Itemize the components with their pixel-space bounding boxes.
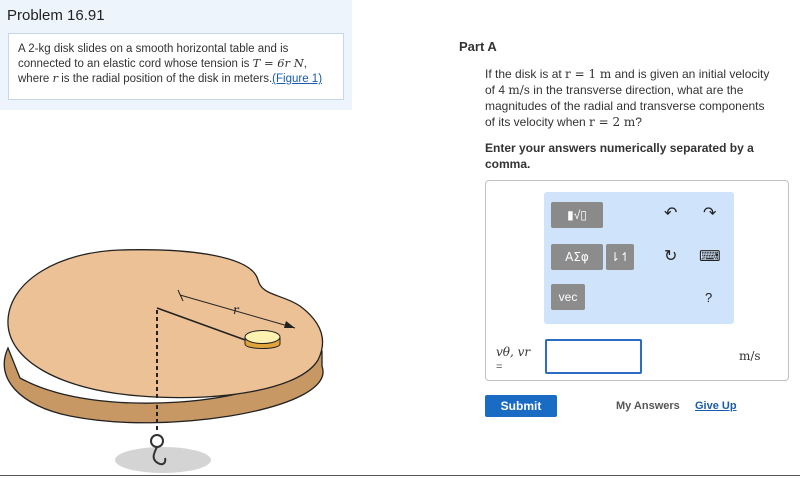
figure-link[interactable]: (Figure 1): [272, 73, 322, 85]
keyboard-icon[interactable]: ⌨: [699, 249, 721, 265]
greek-symbols-button[interactable]: ΑΣφ: [551, 244, 603, 270]
problem-panel: Problem 16.91 A 2-kg disk slides on a sm…: [0, 0, 352, 110]
problem-title: Problem 16.91: [7, 7, 105, 24]
part-title: Part A: [459, 39, 497, 54]
undo-icon[interactable]: ↶: [664, 206, 677, 222]
disk: [244, 330, 281, 349]
disk-on-table-figure: r: [3, 249, 324, 473]
math-toolbar: ▮√▯ ΑΣφ ⇂↿ vec ↶ ↷ ↻ ⌨ ?: [544, 192, 734, 324]
kg-unit: kg: [38, 43, 51, 55]
tension-expression: T = 6r N: [252, 56, 304, 70]
reset-icon[interactable]: ↻: [664, 249, 677, 265]
answer-variable-label: vθ, vr: [496, 345, 531, 359]
sort-button[interactable]: ⇂↿: [606, 244, 634, 270]
question-text: If the disk is at r = 1 m and is given a…: [485, 67, 770, 129]
help-icon[interactable]: ?: [705, 290, 712, 306]
give-up-link[interactable]: Give Up: [695, 400, 737, 412]
hook-shadow: [115, 447, 211, 473]
templates-button[interactable]: ▮√▯: [551, 202, 603, 228]
answer-input[interactable]: [547, 341, 640, 372]
bottom-divider: [0, 475, 800, 476]
redo-icon[interactable]: ↷: [703, 206, 716, 222]
answer-instruction: Enter your answers numerically separated…: [485, 141, 754, 171]
vec-button[interactable]: vec: [551, 284, 585, 310]
my-answers-link[interactable]: My Answers: [616, 400, 680, 412]
answer-unit: m/s: [739, 349, 761, 363]
submit-button[interactable]: Submit: [485, 395, 557, 417]
problem-statement: A 2-kg disk slides on a smooth horizonta…: [8, 33, 344, 100]
table-top: [7, 249, 324, 399]
answer-input-wrapper: [545, 339, 642, 374]
equals-sign: =: [496, 361, 503, 373]
answer-area: ▮√▯ ΑΣφ ⇂↿ vec ↶ ↷ ↻ ⌨ ? vθ, vr = m/s: [485, 180, 789, 381]
